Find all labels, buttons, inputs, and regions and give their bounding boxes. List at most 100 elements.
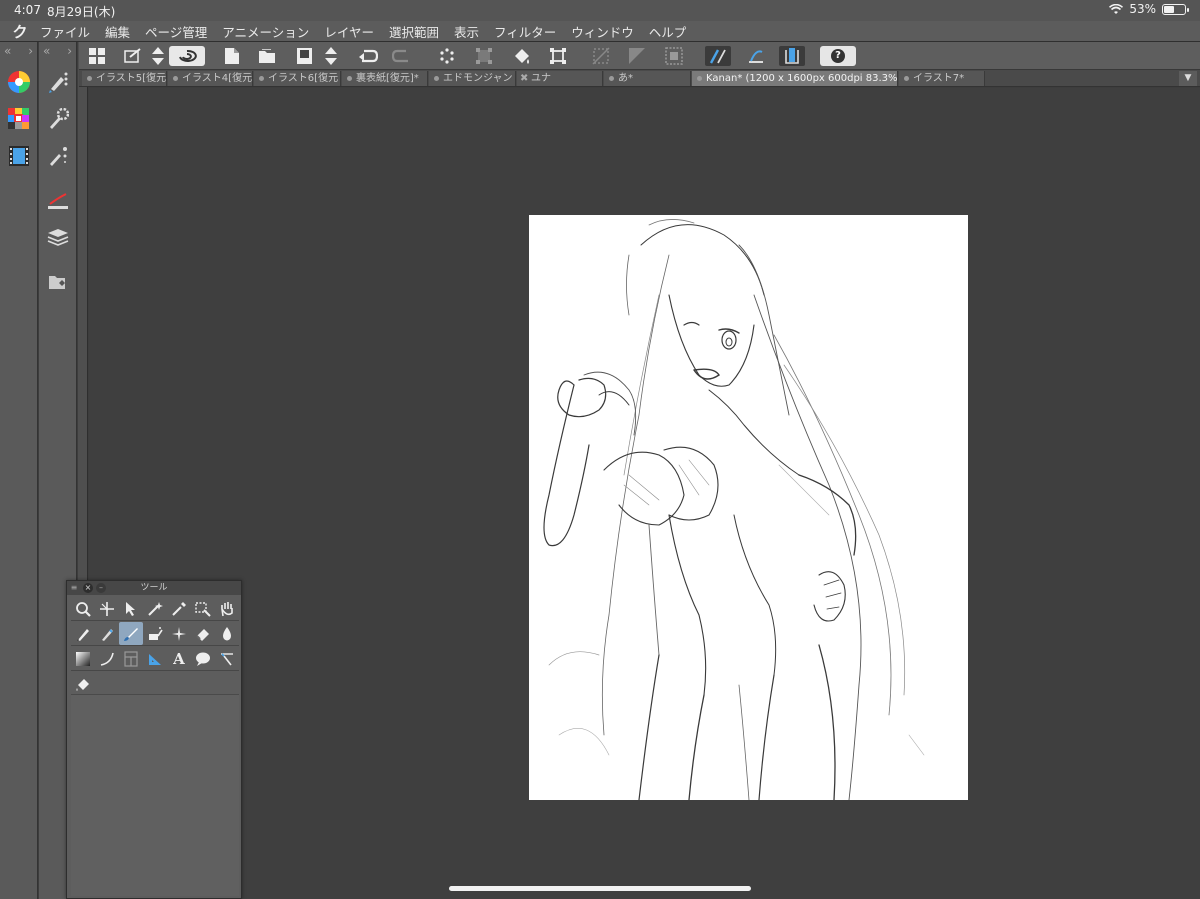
layout-icon[interactable] (87, 46, 107, 66)
eraser-icon[interactable] (191, 622, 215, 645)
brush-icon[interactable] (119, 622, 143, 645)
tab-label: イラスト7* (913, 73, 965, 84)
import-icon[interactable] (123, 46, 143, 66)
grid-snap-icon[interactable] (779, 46, 805, 66)
tab-document[interactable]: イラスト7* (899, 71, 985, 86)
palette-minimize-icon[interactable]: – (96, 583, 106, 593)
palette-close-icon[interactable]: × (83, 583, 93, 593)
clear-icon[interactable] (437, 46, 457, 66)
frame-icon[interactable] (119, 647, 143, 670)
menu-filter[interactable]: フィルター (494, 22, 556, 41)
tab-document-active[interactable]: Kanan* (1200 x 1600px 600dpi 83.3%) (692, 71, 898, 86)
tool-grid: A (71, 597, 239, 696)
tab-list-dropdown-icon[interactable]: ▼ (1179, 71, 1197, 86)
menu-window[interactable]: ウィンドウ (571, 22, 634, 41)
balloon-icon[interactable] (191, 647, 215, 670)
menu-file[interactable]: ファイル (40, 22, 90, 41)
menu-layer[interactable]: レイヤー (324, 22, 374, 41)
animation-icon[interactable] (6, 143, 32, 169)
ruler-snap-icon[interactable] (705, 46, 731, 66)
tool-palette-title[interactable]: ≡ × – ツール (67, 581, 241, 595)
menu-edit[interactable]: 編集 (105, 22, 130, 41)
help-icon[interactable]: ? (820, 46, 856, 66)
transform-icon[interactable] (473, 46, 495, 66)
tool-row (71, 597, 239, 621)
tab-close-icon[interactable]: ✖ (520, 71, 528, 86)
open-icon[interactable] (258, 46, 278, 66)
pen-icon[interactable] (71, 622, 95, 645)
airbrush-icon[interactable] (143, 622, 167, 645)
collapse-left-icon[interactable]: « (43, 44, 50, 60)
sub-tool-icon[interactable] (45, 69, 71, 95)
selection-icon[interactable] (547, 46, 569, 66)
color-set-icon[interactable] (6, 106, 32, 132)
app-logo-icon[interactable]: ク (0, 21, 40, 42)
hide-icon[interactable] (591, 46, 611, 66)
tool-property-icon[interactable] (45, 106, 71, 132)
select-icon[interactable] (191, 597, 215, 620)
tab-document[interactable]: イラスト4[復元 (168, 71, 253, 86)
brush-size-icon[interactable] (45, 143, 71, 169)
expand-right-icon[interactable]: › (67, 44, 72, 60)
menu-page[interactable]: ページ管理 (145, 22, 207, 41)
operation-icon[interactable] (119, 597, 143, 620)
dock-2-arrows[interactable]: «› (39, 44, 76, 60)
menu-selection[interactable]: 選択範囲 (389, 22, 439, 41)
document-tab-bar: イラスト5[復元 イラスト4[復元 イラスト6[復元 裏表紙[復元]* エドモン… (79, 70, 1200, 87)
pencil-icon[interactable] (95, 622, 119, 645)
expand-right-icon[interactable]: › (28, 44, 33, 60)
menu-animation[interactable]: アニメーション (222, 22, 309, 41)
figure-icon[interactable] (95, 647, 119, 670)
tool-row (71, 622, 239, 646)
collapse-left-icon[interactable]: « (4, 44, 11, 60)
palette-menu-icon[interactable]: ≡ (69, 583, 79, 593)
fill-icon[interactable] (511, 46, 533, 66)
up-down-icon[interactable] (151, 46, 165, 66)
tab-document[interactable]: 裏表紙[復元]* (342, 71, 428, 86)
color-wheel-icon[interactable] (6, 69, 32, 95)
tab-document[interactable]: ✖ ユナ (517, 71, 603, 86)
canvas-icon[interactable] (664, 46, 684, 66)
status-bar: 4:07 8月29日(木) 53% (0, 0, 1200, 21)
app-window: 4:07 8月29日(木) 53% ク ファイル 編集 ページ管理 アニメーショ… (0, 0, 1200, 899)
zoom-icon[interactable] (71, 597, 95, 620)
redo-icon[interactable] (391, 46, 413, 66)
tab-document[interactable]: イラスト6[復元 (254, 71, 341, 86)
canvas-paper[interactable] (529, 215, 968, 801)
move-icon[interactable] (95, 597, 119, 620)
text-icon[interactable]: A (167, 647, 191, 670)
blend-icon[interactable] (215, 622, 239, 645)
layer-icon[interactable] (45, 224, 71, 250)
up-down-icon[interactable] (324, 46, 338, 66)
fill-bucket-icon[interactable] (71, 672, 95, 695)
new-icon[interactable] (223, 46, 241, 66)
undo-icon[interactable] (357, 46, 379, 66)
material-icon[interactable] (45, 269, 71, 295)
menu-help[interactable]: ヘルプ (649, 22, 687, 41)
dock-1-arrows[interactable]: «› (0, 44, 37, 60)
decoration-icon[interactable] (167, 622, 191, 645)
tab-label: Kanan* (1200 x 1600px 600dpi 83.3%) (706, 73, 898, 84)
rotate-icon[interactable] (169, 46, 205, 66)
tab-label: 裏表紙[復元]* (356, 73, 419, 84)
tab-dot-icon (609, 76, 614, 81)
home-indicator[interactable] (449, 886, 751, 891)
tab-document[interactable]: エドモンジャン (429, 71, 516, 86)
battery-icon (1162, 3, 1189, 15)
correct-line-icon[interactable] (215, 647, 239, 670)
save-icon[interactable] (295, 46, 313, 66)
layer-property-icon[interactable] (45, 188, 71, 214)
tab-document[interactable]: イラスト5[復元 (82, 71, 167, 86)
menu-view[interactable]: 表示 (454, 22, 479, 41)
ruler-icon[interactable] (143, 647, 167, 670)
tab-label: あ* (618, 73, 633, 84)
auto-select-icon[interactable] (143, 597, 167, 620)
tab-document[interactable]: あ* (604, 71, 691, 86)
menu-bar: ク ファイル 編集 ページ管理 アニメーション レイヤー 選択範囲 表示 フィル… (0, 21, 1200, 42)
gradient-icon[interactable] (71, 647, 95, 670)
help-label: ? (831, 49, 845, 63)
invert-icon[interactable] (627, 46, 647, 66)
special-ruler-icon[interactable] (743, 46, 769, 66)
hand-icon[interactable] (215, 597, 239, 620)
eyedropper-icon[interactable] (167, 597, 191, 620)
